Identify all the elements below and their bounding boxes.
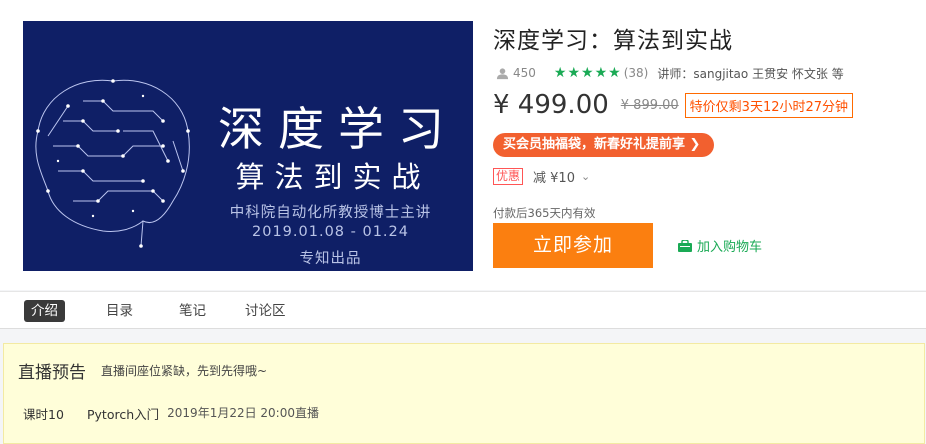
add-to-cart-button[interactable]: 加入购物车: [678, 236, 762, 255]
cover-subtitle: 算法到实战: [235, 160, 431, 194]
rating-count[interactable]: (38): [624, 66, 649, 80]
lesson-name[interactable]: Pytorch入门: [87, 404, 159, 423]
current-price: ¥ 499.00: [493, 90, 609, 120]
tab-catalog[interactable]: 目录: [106, 300, 133, 322]
tab-bar: 介绍 目录 笔记 讨论区: [0, 291, 926, 329]
join-button[interactable]: 立即参加: [493, 223, 653, 268]
tab-notes[interactable]: 笔记: [179, 300, 206, 322]
price-row: ¥ 499.00 ¥ 899.00 特价仅剩3天12小时27分钟: [493, 90, 854, 120]
course-cover[interactable]: 深度学习 算法到实战 中科院自动化所教授博士主讲 2019.01.08 - 01…: [23, 21, 473, 271]
coupon-row[interactable]: 优惠 减 ¥10 ⌄: [493, 167, 590, 186]
coupon-value: 减 ¥10: [533, 171, 575, 186]
cover-title: 深度学习: [218, 102, 458, 156]
cover-line-1: 中科院自动化所教授博士主讲: [229, 205, 432, 221]
star-icon: ★: [581, 65, 594, 81]
lesson-row[interactable]: 课时10 Pytorch入门 2019年1月22日 20:00直播: [23, 404, 319, 423]
student-count: 450: [513, 66, 536, 80]
star-icon: ★: [594, 65, 608, 81]
cart-icon: [678, 239, 692, 252]
star-icon: ★: [567, 65, 581, 81]
lesson-time: 2019年1月22日 20:00直播: [167, 406, 319, 420]
original-price: ¥ 899.00: [620, 97, 679, 113]
course-title: 深度学习：算法到实战: [493, 28, 733, 54]
notice-title: 直播预告: [18, 363, 86, 383]
star-icon: ★: [553, 65, 567, 81]
cover-line-3: 专知出品: [299, 251, 362, 267]
course-meta: 450 ★ ★ ★ ★ ★ (38) 讲师：sangjitao 王贯安 怀文张 …: [496, 64, 844, 82]
lesson-number: 课时10: [23, 407, 64, 422]
membership-promo-button[interactable]: 买会员抽福袋，新春好礼提前享 ❯: [493, 133, 715, 157]
teachers: 讲师：sangjitao 王贯安 怀文张 等: [657, 66, 844, 81]
star-icon: ★: [608, 65, 621, 81]
cover-line-2: 2019.01.08 - 01.24: [252, 224, 409, 240]
validity-text: 付款后365天内有效: [493, 206, 596, 220]
countdown-badge: 特价仅剩3天12小时27分钟: [684, 92, 854, 118]
user-icon: [496, 67, 509, 79]
brain-circuit-icon: [35, 79, 190, 248]
notice-subtitle: 直播间座位紧缺，先到先得哦~: [101, 364, 268, 378]
tab-intro[interactable]: 介绍: [24, 300, 65, 322]
coupon-tag: 优惠: [493, 168, 524, 185]
live-notice: 直播预告 直播间座位紧缺，先到先得哦~ 课时10 Pytorch入门 2019年…: [3, 343, 925, 444]
course-card: 深度学习 算法到实战 中科院自动化所教授博士主讲 2019.01.08 - 01…: [0, 0, 926, 290]
rating-stars: ★ ★ ★ ★ ★: [554, 66, 622, 80]
chevron-down-icon[interactable]: ⌄: [581, 170, 590, 183]
tab-discussion[interactable]: 讨论区: [245, 300, 286, 322]
cart-label: 加入购物车: [697, 240, 763, 255]
